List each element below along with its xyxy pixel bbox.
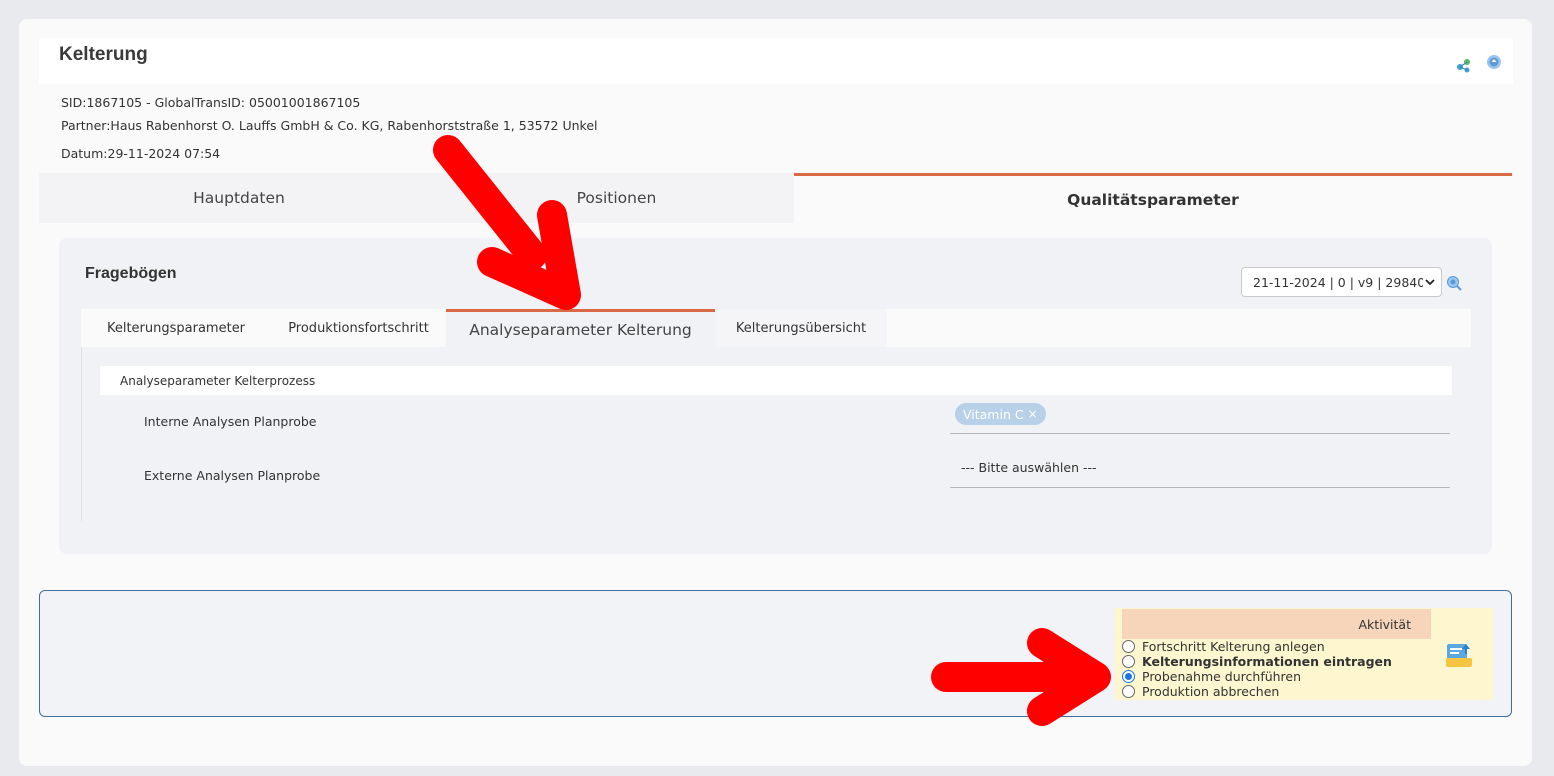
refresh-icon[interactable] — [1486, 54, 1502, 70]
date-line: Datum:29-11-2024 07:54 — [61, 146, 221, 161]
activity-option-label: Kelterungsinformationen eintragen — [1142, 654, 1392, 669]
radio-button[interactable] — [1122, 685, 1135, 698]
activity-option-informationen[interactable]: Kelterungsinformationen eintragen — [1122, 654, 1392, 669]
activity-option-label: Probenahme durchführen — [1142, 669, 1302, 684]
chip-label: Vitamin C — [963, 406, 1024, 422]
sid-line: SID:1867105 - GlobalTransID: 05001001867… — [61, 95, 361, 110]
submit-activity-icon[interactable] — [1444, 640, 1474, 670]
questionnaire-title: Fragebögen — [85, 265, 177, 282]
tab-hauptdaten[interactable]: Hauptdaten — [39, 173, 439, 223]
internal-analyses-label: Interne Analysen Planprobe — [144, 414, 317, 429]
version-select[interactable]: 21-11-2024 | 0 | v9 | 29840 — [1241, 267, 1442, 297]
partner-line: Partner:Haus Rabenhorst O. Lauffs GmbH &… — [61, 118, 598, 133]
page-title: Kelterung — [59, 44, 148, 65]
activity-option-probenahme[interactable]: Probenahme durchführen — [1122, 669, 1301, 684]
external-analyses-field[interactable]: --- Bitte auswählen --- — [950, 452, 1450, 488]
questionnaire-tabs: Kelterungsparameter Produktionsfortschri… — [81, 309, 1471, 347]
tab-kelterungsuebersicht[interactable]: Kelterungsübersicht — [715, 309, 887, 347]
activity-option-label: Fortschritt Kelterung anlegen — [1142, 639, 1325, 654]
tab-kelterungsparameter[interactable]: Kelterungsparameter — [81, 309, 271, 347]
tab-analyseparameter-kelterung[interactable]: Analyseparameter Kelterung — [446, 309, 715, 347]
section-header: Analyseparameter Kelterprozess — [100, 366, 1452, 395]
radio-button-selected[interactable] — [1122, 670, 1135, 683]
version-select-value: 21-11-2024 | 0 | v9 | 29840 — [1253, 274, 1426, 290]
radio-button[interactable] — [1122, 640, 1135, 653]
chevron-down-icon — [1423, 274, 1437, 290]
internal-analyses-field[interactable]: Vitamin C × — [950, 400, 1450, 434]
tab-positionen[interactable]: Positionen — [439, 173, 794, 223]
share-icon[interactable] — [1456, 57, 1472, 73]
tab-qualitaetsparameter[interactable]: Qualitätsparameter — [794, 173, 1512, 223]
main-tabs: Hauptdaten Positionen Qualitätsparameter — [39, 173, 1512, 223]
chip-remove-icon[interactable]: × — [1028, 407, 1038, 421]
activity-option-fortschritt[interactable]: Fortschritt Kelterung anlegen — [1122, 639, 1325, 654]
activity-option-abbrechen[interactable]: Produktion abbrechen — [1122, 684, 1279, 699]
selected-chip: Vitamin C × — [955, 403, 1046, 425]
activity-option-label: Produktion abbrechen — [1142, 684, 1280, 699]
title-bar — [39, 38, 1513, 84]
radio-button[interactable] — [1122, 655, 1135, 668]
external-analyses-label: Externe Analysen Planprobe — [144, 468, 321, 483]
activity-header: Aktivität — [1122, 609, 1431, 639]
tab-produktionsfortschritt[interactable]: Produktionsfortschritt — [271, 309, 446, 347]
external-analyses-placeholder: --- Bitte auswählen --- — [961, 460, 1097, 475]
search-icon[interactable] — [1446, 275, 1462, 291]
